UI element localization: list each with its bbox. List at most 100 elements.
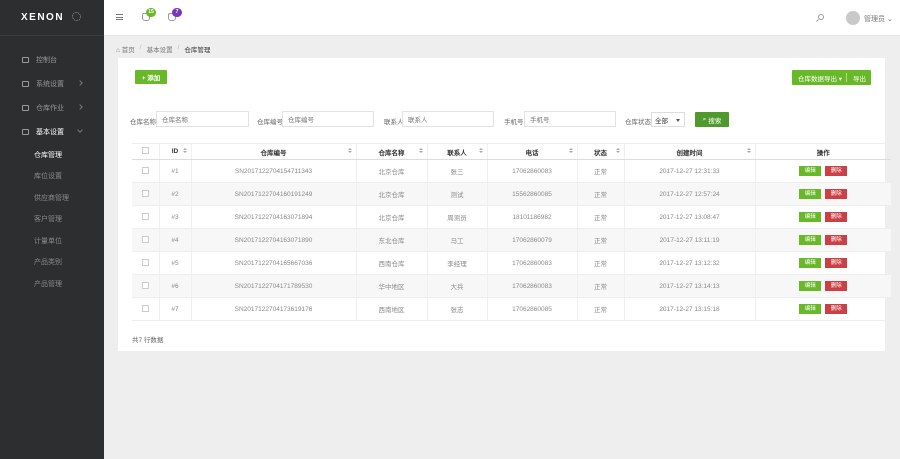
column-header-2[interactable]: 仓库编号 <box>190 143 356 160</box>
messages-badge: 15 <box>146 8 156 17</box>
breadcrumb-home[interactable]: ⌂ 首页 <box>116 44 135 54</box>
delete-button[interactable]: 删除 <box>825 212 848 222</box>
column-header-label: 联系人 <box>447 149 467 157</box>
cell-created: 2017-12-27 13:08:47 <box>623 205 755 229</box>
user-menu[interactable]: 管理员 ⌄ <box>864 14 893 24</box>
sidebar: XENON 控制台系统设置仓库作业 基本设置 仓库管理 库位设置 供应商管理 客户管理 计量… <box>0 0 104 459</box>
cell-created: 2017-12-27 12:31:33 <box>623 159 755 183</box>
avatar[interactable] <box>846 11 860 25</box>
cell-code: SN2017122704173619176 <box>190 297 356 321</box>
cell-actions: 编辑 删除 <box>754 297 891 321</box>
sort-icon[interactable] <box>568 148 573 153</box>
add-button[interactable]: + 添加 <box>135 70 167 84</box>
sidebar-item-2[interactable]: 仓库作业 <box>0 96 104 120</box>
row-checkbox[interactable] <box>141 281 149 289</box>
column-header-5[interactable]: 电话 <box>486 143 577 160</box>
column-header-4[interactable]: 联系人 <box>426 143 487 160</box>
edit-button[interactable]: 编辑 <box>799 281 822 291</box>
cell-code: SN2017122704163071894 <box>190 205 356 229</box>
column-header-1[interactable]: ID <box>158 143 191 160</box>
warehouse-icon <box>22 105 29 111</box>
delete-button[interactable]: 删除 <box>825 281 848 291</box>
edit-button[interactable]: 编辑 <box>799 212 822 222</box>
cell-status: 正常 <box>576 297 624 321</box>
cell-status: 正常 <box>576 205 624 229</box>
sidebar-item-label: 系统设置 <box>36 81 64 88</box>
delete-button[interactable]: 删除 <box>825 304 848 314</box>
row-checkbox[interactable] <box>141 258 149 266</box>
edit-button[interactable]: 编辑 <box>799 189 822 199</box>
app-logo[interactable]: XENON <box>21 12 64 23</box>
sidebar-subitem-0[interactable]: 仓库管理 <box>0 144 104 166</box>
sidebar-subitem-4[interactable]: 计量单位 <box>0 230 104 252</box>
column-header-label: 仓库编号 <box>260 149 287 157</box>
export-action[interactable]: 导出 <box>853 73 866 83</box>
cell-code: SN2017122704163071890 <box>190 228 356 252</box>
cell-actions: 编辑 删除 <box>754 159 891 183</box>
row-checkbox[interactable] <box>141 235 149 243</box>
warehouse-table: ID 仓库编号 仓库名称 联系人 电话 状态 创建时间 操作 #1 SN201712270415… <box>132 143 891 321</box>
warehouse-name-input[interactable]: 仓库名称 <box>156 111 249 127</box>
sort-icon[interactable] <box>615 148 620 153</box>
alerts-notification[interactable]: 7 <box>168 8 182 22</box>
row-checkbox[interactable] <box>141 189 149 197</box>
cell-id: #2 <box>158 182 191 206</box>
delete-button[interactable]: 删除 <box>825 235 848 245</box>
export-label: 仓库数据导出 ▾ <box>798 75 843 83</box>
delete-button[interactable]: 删除 <box>825 258 848 268</box>
table-row: #1 SN2017122704154711343 北京仓库 张三 17062860083… <box>132 159 891 183</box>
search-icon[interactable] <box>818 14 824 20</box>
delete-button[interactable]: 删除 <box>825 166 848 176</box>
phone-input[interactable]: 手机号 <box>524 111 616 127</box>
sort-icon[interactable] <box>478 148 483 153</box>
row-checkbox[interactable] <box>141 304 149 312</box>
cell-phone: 17062860085 <box>486 297 577 321</box>
sidebar-menu: 控制台系统设置仓库作业 基本设置 仓库管理 库位设置 供应商管理 客户管理 计量单位 产品类别… <box>0 48 104 295</box>
sidebar-item-3[interactable]: 基本设置 <box>0 120 104 144</box>
cell-name: 北京仓库 <box>355 159 427 183</box>
sidebar-subitem-2[interactable]: 供应商管理 <box>0 187 104 209</box>
sort-icon[interactable] <box>746 148 751 153</box>
status-select[interactable]: 全部 <box>651 112 685 127</box>
cell-code: SN2017122704160191249 <box>190 182 356 206</box>
row-checkbox[interactable] <box>141 212 149 220</box>
select-all-checkbox[interactable] <box>141 147 149 154</box>
sidebar-subitem-3[interactable]: 客户管理 <box>0 209 104 231</box>
table-row: #7 SN2017122704173619176 西南地区 张志 17062860085… <box>132 297 891 321</box>
home-icon: ⌂ <box>116 47 120 54</box>
column-header-label: 操作 <box>816 149 830 157</box>
column-header-label: 电话 <box>525 149 539 157</box>
sidebar-divider <box>0 35 104 36</box>
sidebar-subitem-1[interactable]: 库位设置 <box>0 166 104 188</box>
edit-button[interactable]: 编辑 <box>799 258 822 268</box>
cell-phone: 15562860085 <box>486 182 577 206</box>
sort-icon[interactable] <box>347 148 352 153</box>
edit-button[interactable]: 编辑 <box>799 235 822 245</box>
column-header-7[interactable]: 创建时间 <box>623 143 755 160</box>
messages-notification[interactable]: 15 <box>142 8 156 22</box>
export-dropdown-button[interactable]: 仓库数据导出 ▾ 导出 <box>792 70 871 85</box>
sidebar-item-0[interactable]: 控制台 <box>0 48 104 72</box>
warehouse-code-input[interactable]: 仓库编号 <box>282 111 374 127</box>
sidebar-subitem-5[interactable]: 产品类别 <box>0 252 104 274</box>
row-checkbox[interactable] <box>141 166 149 174</box>
breadcrumb-parent[interactable]: 基本设置 <box>147 44 173 54</box>
edit-button[interactable]: 编辑 <box>799 166 822 176</box>
cell-contact: 周测员 <box>426 205 487 229</box>
sidebar-item-1[interactable]: 系统设置 <box>0 72 104 96</box>
cell-status: 正常 <box>576 159 624 183</box>
status-select-value: 全部 <box>655 117 668 125</box>
sort-icon[interactable] <box>182 148 187 153</box>
edit-button[interactable]: 编辑 <box>799 304 822 314</box>
column-header-3[interactable]: 仓库名称 <box>355 143 427 160</box>
column-header-6[interactable]: 状态 <box>576 143 624 160</box>
sort-icon[interactable] <box>418 148 423 153</box>
settings-gear-icon[interactable] <box>72 12 81 21</box>
sidebar-subitem-6[interactable]: 产品管理 <box>0 273 104 295</box>
delete-button[interactable]: 删除 <box>825 189 848 199</box>
cell-name: 西南地区 <box>355 297 427 321</box>
cell-phone: 17062860083 <box>486 159 577 183</box>
menu-toggle-icon[interactable] <box>116 14 123 20</box>
search-button[interactable]: ⌕ 搜索 <box>695 112 729 127</box>
contact-input[interactable]: 联系人 <box>402 111 494 127</box>
